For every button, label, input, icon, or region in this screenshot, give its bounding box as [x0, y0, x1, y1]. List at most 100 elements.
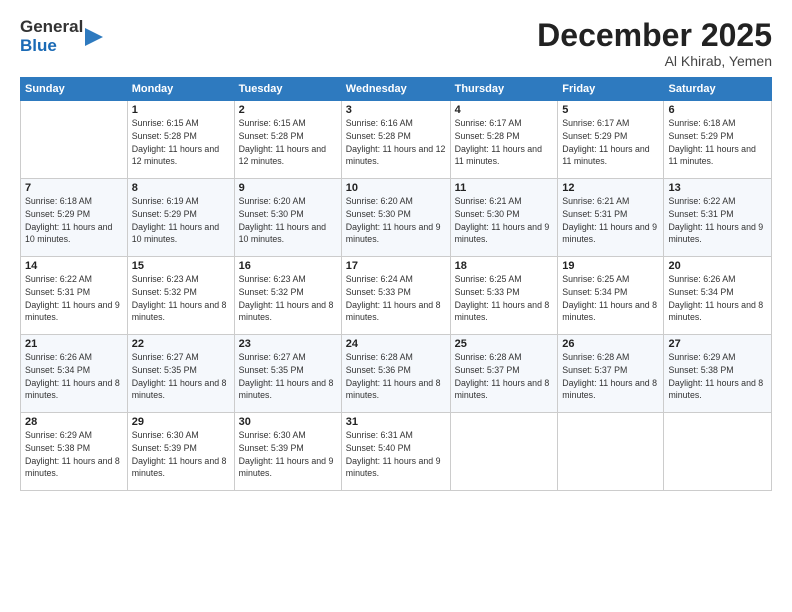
logo-blue: Blue [20, 37, 83, 56]
day-number: 15 [132, 260, 230, 272]
day-number: 21 [25, 338, 123, 350]
day-number: 6 [668, 104, 767, 116]
day-info: Sunrise: 6:18 AMSunset: 5:29 PMDaylight:… [668, 117, 767, 168]
day-info: Sunrise: 6:30 AMSunset: 5:39 PMDaylight:… [132, 429, 230, 480]
title-block: December 2025 Al Khirab, Yemen [537, 18, 772, 69]
day-info: Sunrise: 6:15 AMSunset: 5:28 PMDaylight:… [132, 117, 230, 168]
calendar-cell: 18Sunrise: 6:25 AMSunset: 5:33 PMDayligh… [450, 257, 558, 335]
day-number: 16 [239, 260, 337, 272]
calendar-cell [21, 101, 128, 179]
calendar-cell: 13Sunrise: 6:22 AMSunset: 5:31 PMDayligh… [664, 179, 772, 257]
day-number: 12 [562, 182, 659, 194]
header: General Blue December 2025 Al Khirab, Ye… [20, 18, 772, 69]
calendar-cell: 8Sunrise: 6:19 AMSunset: 5:29 PMDaylight… [127, 179, 234, 257]
calendar-cell: 2Sunrise: 6:15 AMSunset: 5:28 PMDaylight… [234, 101, 341, 179]
calendar-cell: 30Sunrise: 6:30 AMSunset: 5:39 PMDayligh… [234, 413, 341, 491]
calendar-week-row: 28Sunrise: 6:29 AMSunset: 5:38 PMDayligh… [21, 413, 772, 491]
day-number: 13 [668, 182, 767, 194]
header-sunday: Sunday [21, 78, 128, 101]
header-friday: Friday [558, 78, 664, 101]
day-info: Sunrise: 6:25 AMSunset: 5:34 PMDaylight:… [562, 273, 659, 324]
header-monday: Monday [127, 78, 234, 101]
day-number: 7 [25, 182, 123, 194]
day-number: 31 [346, 416, 446, 428]
day-number: 27 [668, 338, 767, 350]
day-info: Sunrise: 6:29 AMSunset: 5:38 PMDaylight:… [25, 429, 123, 480]
calendar-cell: 17Sunrise: 6:24 AMSunset: 5:33 PMDayligh… [341, 257, 450, 335]
day-number: 10 [346, 182, 446, 194]
day-info: Sunrise: 6:18 AMSunset: 5:29 PMDaylight:… [25, 195, 123, 246]
day-info: Sunrise: 6:28 AMSunset: 5:37 PMDaylight:… [562, 351, 659, 402]
calendar-cell: 21Sunrise: 6:26 AMSunset: 5:34 PMDayligh… [21, 335, 128, 413]
calendar-cell: 31Sunrise: 6:31 AMSunset: 5:40 PMDayligh… [341, 413, 450, 491]
day-number: 28 [25, 416, 123, 428]
day-info: Sunrise: 6:22 AMSunset: 5:31 PMDaylight:… [668, 195, 767, 246]
calendar-cell: 24Sunrise: 6:28 AMSunset: 5:36 PMDayligh… [341, 335, 450, 413]
day-number: 1 [132, 104, 230, 116]
day-info: Sunrise: 6:16 AMSunset: 5:28 PMDaylight:… [346, 117, 446, 168]
day-number: 9 [239, 182, 337, 194]
day-number: 25 [455, 338, 554, 350]
day-info: Sunrise: 6:26 AMSunset: 5:34 PMDaylight:… [25, 351, 123, 402]
calendar-cell: 7Sunrise: 6:18 AMSunset: 5:29 PMDaylight… [21, 179, 128, 257]
month-title: December 2025 [537, 18, 772, 53]
day-info: Sunrise: 6:26 AMSunset: 5:34 PMDaylight:… [668, 273, 767, 324]
day-number: 2 [239, 104, 337, 116]
day-info: Sunrise: 6:27 AMSunset: 5:35 PMDaylight:… [132, 351, 230, 402]
logo-text: General Blue [20, 18, 83, 55]
calendar-cell: 9Sunrise: 6:20 AMSunset: 5:30 PMDaylight… [234, 179, 341, 257]
calendar-cell [664, 413, 772, 491]
calendar-header-row: Sunday Monday Tuesday Wednesday Thursday… [21, 78, 772, 101]
day-info: Sunrise: 6:20 AMSunset: 5:30 PMDaylight:… [239, 195, 337, 246]
calendar-cell: 16Sunrise: 6:23 AMSunset: 5:32 PMDayligh… [234, 257, 341, 335]
calendar-cell [450, 413, 558, 491]
calendar-cell: 12Sunrise: 6:21 AMSunset: 5:31 PMDayligh… [558, 179, 664, 257]
calendar-cell: 25Sunrise: 6:28 AMSunset: 5:37 PMDayligh… [450, 335, 558, 413]
calendar-week-row: 7Sunrise: 6:18 AMSunset: 5:29 PMDaylight… [21, 179, 772, 257]
calendar-cell [558, 413, 664, 491]
calendar-cell: 26Sunrise: 6:28 AMSunset: 5:37 PMDayligh… [558, 335, 664, 413]
calendar-cell: 19Sunrise: 6:25 AMSunset: 5:34 PMDayligh… [558, 257, 664, 335]
day-info: Sunrise: 6:22 AMSunset: 5:31 PMDaylight:… [25, 273, 123, 324]
day-number: 11 [455, 182, 554, 194]
day-info: Sunrise: 6:28 AMSunset: 5:36 PMDaylight:… [346, 351, 446, 402]
calendar-cell: 23Sunrise: 6:27 AMSunset: 5:35 PMDayligh… [234, 335, 341, 413]
day-info: Sunrise: 6:23 AMSunset: 5:32 PMDaylight:… [239, 273, 337, 324]
location: Al Khirab, Yemen [537, 53, 772, 69]
calendar-cell: 11Sunrise: 6:21 AMSunset: 5:30 PMDayligh… [450, 179, 558, 257]
calendar-cell: 4Sunrise: 6:17 AMSunset: 5:28 PMDaylight… [450, 101, 558, 179]
day-number: 14 [25, 260, 123, 272]
day-info: Sunrise: 6:21 AMSunset: 5:31 PMDaylight:… [562, 195, 659, 246]
header-saturday: Saturday [664, 78, 772, 101]
day-info: Sunrise: 6:21 AMSunset: 5:30 PMDaylight:… [455, 195, 554, 246]
day-info: Sunrise: 6:17 AMSunset: 5:28 PMDaylight:… [455, 117, 554, 168]
day-info: Sunrise: 6:29 AMSunset: 5:38 PMDaylight:… [668, 351, 767, 402]
header-wednesday: Wednesday [341, 78, 450, 101]
day-number: 24 [346, 338, 446, 350]
page: General Blue December 2025 Al Khirab, Ye… [0, 0, 792, 612]
day-number: 30 [239, 416, 337, 428]
calendar-cell: 3Sunrise: 6:16 AMSunset: 5:28 PMDaylight… [341, 101, 450, 179]
calendar-cell: 29Sunrise: 6:30 AMSunset: 5:39 PMDayligh… [127, 413, 234, 491]
day-info: Sunrise: 6:20 AMSunset: 5:30 PMDaylight:… [346, 195, 446, 246]
calendar-cell: 6Sunrise: 6:18 AMSunset: 5:29 PMDaylight… [664, 101, 772, 179]
day-number: 3 [346, 104, 446, 116]
header-thursday: Thursday [450, 78, 558, 101]
day-info: Sunrise: 6:15 AMSunset: 5:28 PMDaylight:… [239, 117, 337, 168]
calendar-table: Sunday Monday Tuesday Wednesday Thursday… [20, 77, 772, 491]
calendar-cell: 15Sunrise: 6:23 AMSunset: 5:32 PMDayligh… [127, 257, 234, 335]
calendar-cell: 10Sunrise: 6:20 AMSunset: 5:30 PMDayligh… [341, 179, 450, 257]
calendar-cell: 20Sunrise: 6:26 AMSunset: 5:34 PMDayligh… [664, 257, 772, 335]
calendar-week-row: 14Sunrise: 6:22 AMSunset: 5:31 PMDayligh… [21, 257, 772, 335]
day-number: 8 [132, 182, 230, 194]
day-number: 23 [239, 338, 337, 350]
day-info: Sunrise: 6:23 AMSunset: 5:32 PMDaylight:… [132, 273, 230, 324]
day-info: Sunrise: 6:31 AMSunset: 5:40 PMDaylight:… [346, 429, 446, 480]
day-number: 29 [132, 416, 230, 428]
day-info: Sunrise: 6:27 AMSunset: 5:35 PMDaylight:… [239, 351, 337, 402]
day-info: Sunrise: 6:30 AMSunset: 5:39 PMDaylight:… [239, 429, 337, 480]
calendar-cell: 5Sunrise: 6:17 AMSunset: 5:29 PMDaylight… [558, 101, 664, 179]
day-info: Sunrise: 6:25 AMSunset: 5:33 PMDaylight:… [455, 273, 554, 324]
day-number: 20 [668, 260, 767, 272]
calendar-cell: 27Sunrise: 6:29 AMSunset: 5:38 PMDayligh… [664, 335, 772, 413]
